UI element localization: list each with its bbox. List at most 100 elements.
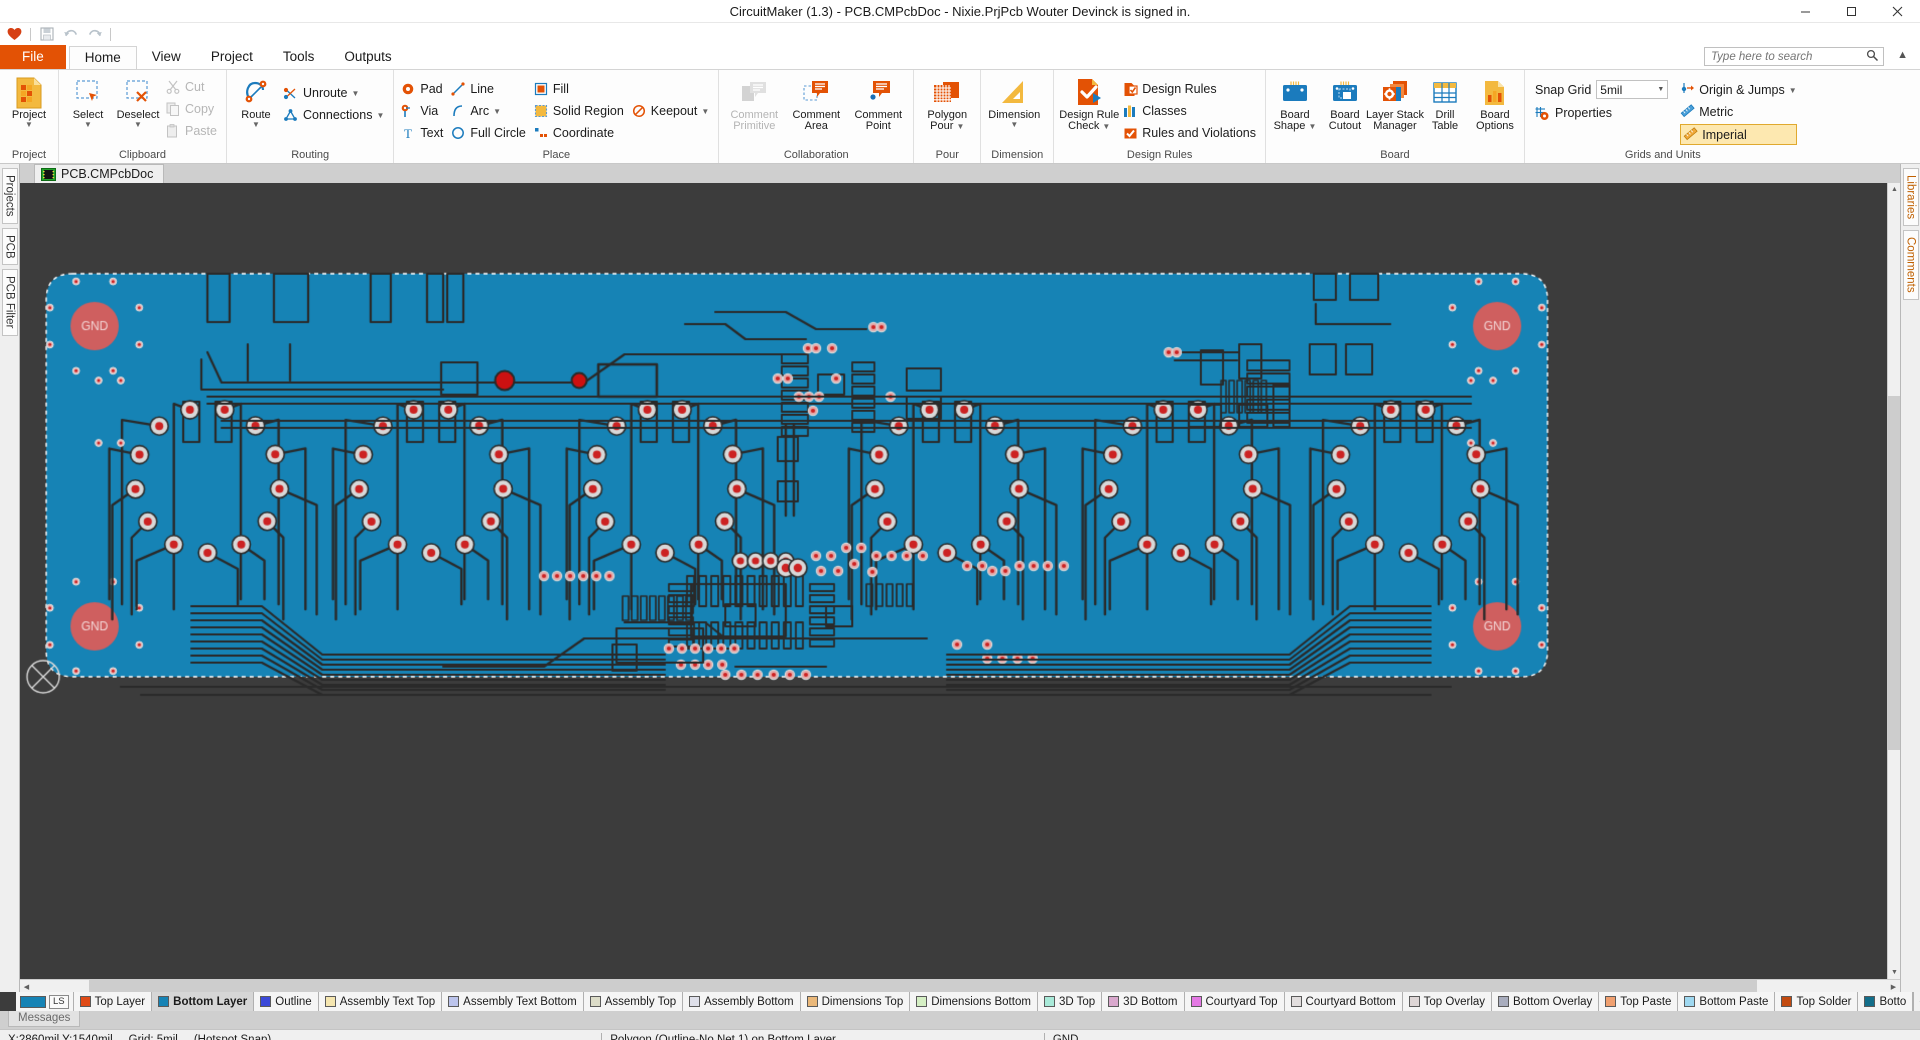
tab-project[interactable]: Project xyxy=(196,45,268,69)
layer-tab-bottom-overlay[interactable]: Bottom Overlay xyxy=(1492,992,1599,1011)
place-text-button[interactable]: T Text xyxy=(398,122,448,144)
layer-selector[interactable]: LS xyxy=(16,992,74,1011)
layer-tab-top-overlay[interactable]: Top Overlay xyxy=(1403,992,1492,1011)
classes-button[interactable]: Classes xyxy=(1120,100,1261,122)
layer-tab-top-paste[interactable]: Top Paste xyxy=(1599,992,1678,1011)
board-cutout-button[interactable]: BoardCutout xyxy=(1320,74,1370,132)
place-pad-button[interactable]: Pad xyxy=(398,78,448,100)
layer-tab-dimensions-top[interactable]: Dimensions Top xyxy=(801,992,911,1011)
chevron-down-icon[interactable]: ▼ xyxy=(351,90,359,97)
tab-tools[interactable]: Tools xyxy=(268,45,330,69)
close-button[interactable] xyxy=(1874,0,1920,23)
unroute-button[interactable]: Unroute ▼ xyxy=(281,82,389,104)
place-fill-button[interactable]: Fill xyxy=(531,78,574,100)
select-button[interactable]: Select ▼ xyxy=(63,74,113,128)
search-box[interactable] xyxy=(1704,47,1884,66)
polygon-pour-button[interactable]: PolygonPour ▼ xyxy=(918,74,976,132)
tab-view[interactable]: View xyxy=(137,45,196,69)
place-coordinate-button[interactable]: Coordinate xyxy=(531,122,619,144)
metric-button[interactable]: Metric xyxy=(1680,102,1796,122)
ribbon-collapse-icon[interactable]: ▲ xyxy=(1897,49,1908,61)
layer-tab-courtyard-top[interactable]: Courtyard Top xyxy=(1185,992,1285,1011)
layer-tab-assembly-text-bottom[interactable]: Assembly Text Bottom xyxy=(442,992,584,1011)
copy-button[interactable]: Copy xyxy=(163,98,222,120)
layer-tab-bottom-solder[interactable]: Botto xyxy=(1858,992,1913,1011)
grid-properties-button[interactable]: Properties xyxy=(1535,105,1668,121)
deselect-button[interactable]: Deselect ▼ xyxy=(113,74,163,128)
layer-prev-button[interactable]: ◂ xyxy=(1914,996,1920,1007)
chevron-down-icon[interactable]: ▼ xyxy=(1789,87,1797,94)
layer-tab-assembly-bottom[interactable]: Assembly Bottom xyxy=(683,992,800,1011)
pcb-canvas-area[interactable] xyxy=(20,183,1887,979)
panel-tab-pcb[interactable]: PCB xyxy=(2,228,18,266)
tab-file[interactable]: File xyxy=(0,45,66,69)
place-line-button[interactable]: Line xyxy=(448,78,531,100)
undo-icon[interactable] xyxy=(62,26,79,43)
place-arc-button[interactable]: Arc ▼ xyxy=(448,100,531,122)
design-rules-button[interactable]: Design Rules xyxy=(1120,78,1261,100)
document-tab-pcb[interactable]: PCB.CMPcbDoc xyxy=(34,164,164,183)
layer-tab-bottom-layer[interactable]: Bottom Layer xyxy=(152,992,254,1011)
layer-tab-3d-top[interactable]: 3D Top xyxy=(1038,992,1102,1011)
board-options-button[interactable]: BoardOptions xyxy=(1470,74,1520,132)
minimize-button[interactable] xyxy=(1782,0,1828,23)
redo-icon[interactable] xyxy=(86,26,103,43)
design-rule-check-button[interactable]: Design RuleCheck ▼ xyxy=(1058,74,1120,132)
pcb-design-canvas[interactable] xyxy=(20,183,1887,979)
layer-tab-courtyard-bottom[interactable]: Courtyard Bottom xyxy=(1285,992,1403,1011)
tab-outputs[interactable]: Outputs xyxy=(329,45,406,69)
chevron-down-icon[interactable]: ▼ xyxy=(1102,122,1110,131)
layer-tab-assembly-text-top[interactable]: Assembly Text Top xyxy=(319,992,442,1011)
panel-tab-pcb-filter[interactable]: PCB Filter xyxy=(2,269,18,335)
vertical-scroll-thumb[interactable] xyxy=(1888,396,1900,750)
layer-tab-dimensions-bottom[interactable]: Dimensions Bottom xyxy=(910,992,1038,1011)
drill-table-button[interactable]: DrillTable xyxy=(1420,74,1470,132)
dimension-button[interactable]: Dimension ▼ xyxy=(985,74,1043,128)
vertical-scroll-track[interactable] xyxy=(1888,196,1900,966)
layer-tab-top-solder[interactable]: Top Solder xyxy=(1775,992,1858,1011)
save-icon[interactable] xyxy=(38,26,55,43)
panel-tab-comments[interactable]: Comments xyxy=(1903,230,1919,300)
chevron-down-icon[interactable]: ▼ xyxy=(252,121,260,128)
imperial-button[interactable]: Imperial xyxy=(1680,124,1796,145)
panel-tab-projects[interactable]: Projects xyxy=(2,168,18,224)
comment-primitive-button[interactable]: CommentPrimitive xyxy=(723,74,785,132)
chevron-down-icon[interactable]: ▼ xyxy=(956,122,964,131)
horizontal-scroll-track[interactable] xyxy=(33,980,1887,992)
maximize-button[interactable] xyxy=(1828,0,1874,23)
rules-violations-button[interactable]: Rules and Violations xyxy=(1120,122,1261,144)
chevron-down-icon[interactable]: ▼ xyxy=(1657,86,1664,93)
search-input[interactable] xyxy=(1709,50,1866,64)
layer-tab-bottom-paste[interactable]: Bottom Paste xyxy=(1678,992,1775,1011)
origin-jumps-button[interactable]: Origin & Jumps ▼ xyxy=(1680,80,1796,100)
horizontal-scrollbar[interactable]: ◀ ▶ xyxy=(20,979,1900,992)
layer-stack-manager-button[interactable]: Layer StackManager xyxy=(1370,74,1420,132)
vertical-scrollbar[interactable]: ▲ ▼ xyxy=(1887,183,1900,979)
chevron-down-icon[interactable]: ▼ xyxy=(84,121,92,128)
layer-tab-top-layer[interactable]: Top Layer xyxy=(74,992,153,1011)
chevron-down-icon[interactable]: ▼ xyxy=(1010,121,1018,128)
chevron-down-icon[interactable]: ▼ xyxy=(134,121,142,128)
layer-tab-outline[interactable]: Outline xyxy=(254,992,318,1011)
messages-tab[interactable]: Messages xyxy=(8,1011,80,1027)
place-fullcircle-button[interactable]: Full Circle xyxy=(448,122,531,144)
connections-button[interactable]: Connections ▼ xyxy=(281,104,389,126)
layer-tab-assembly-top[interactable]: Assembly Top xyxy=(584,992,683,1011)
place-solid-region-button[interactable]: Solid Region xyxy=(531,100,629,122)
cut-button[interactable]: Cut xyxy=(163,76,222,98)
chevron-down-icon[interactable]: ▼ xyxy=(376,112,384,119)
comment-area-button[interactable]: CommentArea xyxy=(785,74,847,132)
paste-button[interactable]: Paste xyxy=(163,120,222,142)
tab-home[interactable]: Home xyxy=(69,46,137,70)
snap-grid-select[interactable]: 5mil ▼ xyxy=(1596,80,1668,99)
chevron-down-icon[interactable]: ▼ xyxy=(1308,122,1316,131)
project-button[interactable]: Project ▼ xyxy=(4,74,54,128)
horizontal-scroll-thumb[interactable] xyxy=(89,980,1758,992)
place-via-button[interactable]: Via xyxy=(398,100,448,122)
route-button[interactable]: Route ▼ xyxy=(231,74,281,128)
search-icon[interactable] xyxy=(1866,49,1879,65)
chevron-down-icon[interactable]: ▼ xyxy=(701,108,709,115)
place-keepout-button[interactable]: Keepout ▼ xyxy=(629,100,715,122)
comment-point-button[interactable]: CommentPoint xyxy=(847,74,909,132)
chevron-down-icon[interactable]: ▼ xyxy=(493,108,501,115)
